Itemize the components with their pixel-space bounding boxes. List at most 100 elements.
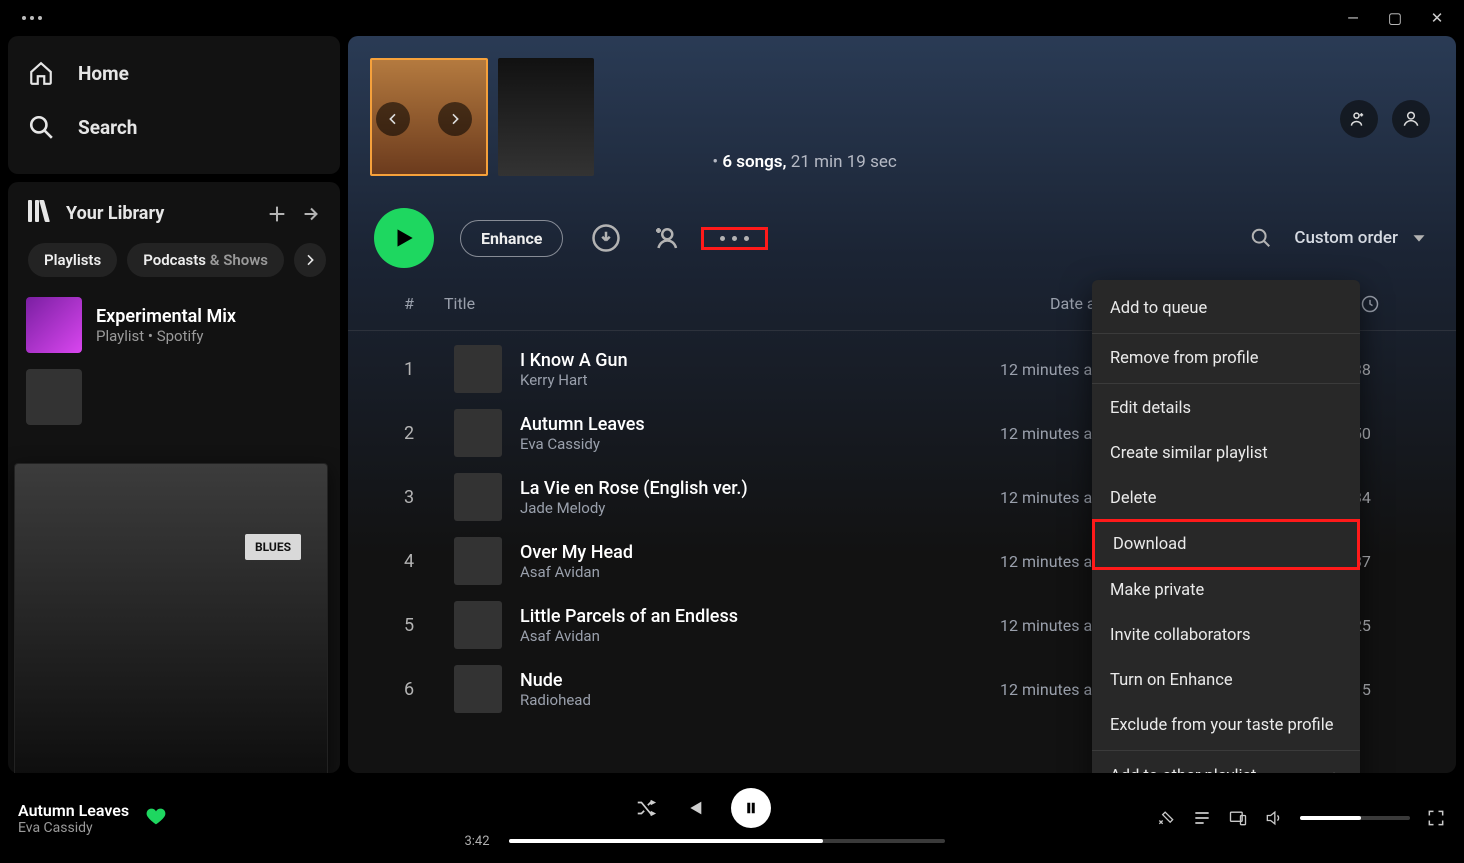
enhance-button[interactable]: Enhance — [460, 220, 563, 257]
show-more-icon[interactable] — [300, 203, 322, 225]
lyrics-button[interactable] — [1156, 808, 1176, 828]
more-options-button[interactable] — [701, 227, 768, 250]
track-number: 6 — [374, 679, 444, 700]
track-art — [454, 601, 502, 649]
app-menu-icon[interactable] — [8, 16, 42, 20]
window-maximize-button[interactable]: ▢ — [1386, 9, 1404, 27]
queue-button[interactable] — [1192, 808, 1212, 828]
volume-button[interactable] — [1264, 808, 1284, 828]
track-title: Autumn Leaves — [520, 414, 800, 435]
now-playing-bar: Autumn Leaves Eva Cassidy 3:42 — [0, 773, 1464, 863]
ctx-invite[interactable]: Invite collaborators — [1092, 613, 1360, 658]
home-icon — [28, 60, 54, 86]
track-number: 2 — [374, 423, 444, 444]
window-close-button[interactable]: ✕ — [1428, 9, 1446, 27]
context-menu: Add to queue Remove from profile Edit de… — [1092, 280, 1360, 773]
track-artist: Jade Melody — [520, 499, 990, 517]
your-library-button[interactable]: Your Library — [28, 200, 164, 227]
download-button[interactable] — [589, 221, 623, 255]
shuffle-button[interactable] — [635, 797, 657, 819]
user-add-icon — [651, 223, 681, 253]
invite-collaborators-button[interactable] — [1340, 100, 1378, 138]
ctx-add-queue[interactable]: Add to queue — [1092, 286, 1360, 331]
nav-back-button[interactable] — [376, 102, 410, 136]
ctx-edit-details[interactable]: Edit details — [1092, 386, 1360, 431]
chevron-right-icon — [302, 252, 318, 268]
nav-search-label: Search — [78, 116, 137, 139]
track-number: 5 — [374, 615, 444, 636]
ctx-create-similar[interactable]: Create similar playlist — [1092, 431, 1360, 476]
sort-order-label: Custom order — [1294, 228, 1398, 248]
col-title: Title — [444, 294, 1050, 318]
library-item-title: Experimental Mix — [96, 306, 236, 327]
window-minimize-button[interactable]: — — [1344, 9, 1362, 27]
track-title: Over My Head — [520, 542, 800, 563]
ctx-make-private[interactable]: Make private — [1092, 568, 1360, 613]
sidebar: Home Search Your Library Playlists P — [0, 36, 348, 773]
cover-sign: BLUES — [245, 534, 301, 560]
nav-search[interactable]: Search — [28, 100, 320, 154]
ctx-add-other[interactable]: Add to other playlist▸ — [1092, 753, 1360, 773]
search-tracks-icon[interactable] — [1250, 227, 1272, 249]
ctx-turn-enhance[interactable]: Turn on Enhance — [1092, 658, 1360, 703]
play-pause-button[interactable] — [731, 788, 771, 828]
progress-bar[interactable] — [509, 839, 945, 843]
playlist-cover-secondary — [498, 58, 594, 176]
filter-chip-podcasts[interactable]: Podcasts & Shows — [127, 243, 284, 277]
track-artist: Eva Cassidy — [520, 435, 990, 453]
library-icon — [28, 200, 50, 227]
your-library-label: Your Library — [66, 203, 164, 224]
library-item[interactable]: Experimental Mix Playlist • Spotify — [18, 289, 330, 361]
now-playing-cover-large[interactable]: BLUES — [14, 463, 328, 777]
track-art — [454, 345, 502, 393]
fullscreen-button[interactable] — [1426, 808, 1446, 828]
ctx-exclude[interactable]: Exclude from your taste profile — [1092, 703, 1360, 748]
track-artist: Asaf Avidan — [520, 627, 990, 645]
track-artist: Asaf Avidan — [520, 563, 990, 581]
playlist-meta: • 6 songs, 21 min 19 sec — [666, 152, 1430, 172]
clock-icon — [1360, 294, 1380, 314]
user-icon — [1401, 109, 1421, 129]
more-horizontal-icon — [720, 236, 749, 241]
track-artist: Radiohead — [520, 691, 990, 709]
filter-chip-next-button[interactable] — [294, 243, 326, 277]
volume-slider[interactable] — [1300, 816, 1410, 820]
previous-button[interactable] — [683, 797, 705, 819]
create-playlist-icon[interactable] — [266, 203, 288, 225]
download-circle-icon — [591, 223, 621, 253]
caret-right-icon: ▸ — [1334, 766, 1342, 773]
library-item-subtitle: Playlist • Spotify — [96, 327, 236, 345]
playlist-art — [26, 297, 82, 353]
triangle-down-icon — [1408, 227, 1430, 249]
track-number: 1 — [374, 359, 444, 380]
sort-order-button[interactable]: Custom order — [1294, 227, 1430, 249]
ctx-delete[interactable]: Delete — [1092, 476, 1360, 521]
chevron-right-icon — [447, 111, 463, 127]
search-icon — [28, 114, 54, 140]
nav-home[interactable]: Home — [28, 46, 320, 100]
nav-home-label: Home — [78, 62, 129, 85]
np-like-button[interactable] — [145, 805, 167, 831]
np-title[interactable]: Autumn Leaves — [18, 801, 129, 820]
playlist-header: • 6 songs, 21 min 19 sec — [348, 36, 1456, 186]
track-number: 4 — [374, 551, 444, 572]
library-item[interactable] — [18, 361, 330, 433]
np-artist[interactable]: Eva Cassidy — [18, 820, 129, 836]
add-user-button[interactable] — [649, 221, 683, 255]
ctx-remove-profile[interactable]: Remove from profile — [1092, 336, 1360, 381]
user-profile-button[interactable] — [1392, 100, 1430, 138]
track-art — [454, 473, 502, 521]
track-title: La Vie en Rose (English ver.) — [520, 478, 800, 499]
devices-button[interactable] — [1228, 808, 1248, 828]
track-title: Little Parcels of an Endless — [520, 606, 800, 627]
nav-forward-button[interactable] — [438, 102, 472, 136]
track-artist: Kerry Hart — [520, 371, 990, 389]
main-view: • 6 songs, 21 min 19 sec Enhance Custom … — [348, 36, 1456, 773]
filter-chip-playlists[interactable]: Playlists — [28, 243, 117, 277]
play-icon — [391, 225, 417, 251]
track-number: 3 — [374, 487, 444, 508]
col-number: # — [374, 294, 444, 318]
ctx-download[interactable]: Download — [1095, 522, 1357, 567]
play-button[interactable] — [374, 208, 434, 268]
playlist-art — [26, 369, 82, 425]
